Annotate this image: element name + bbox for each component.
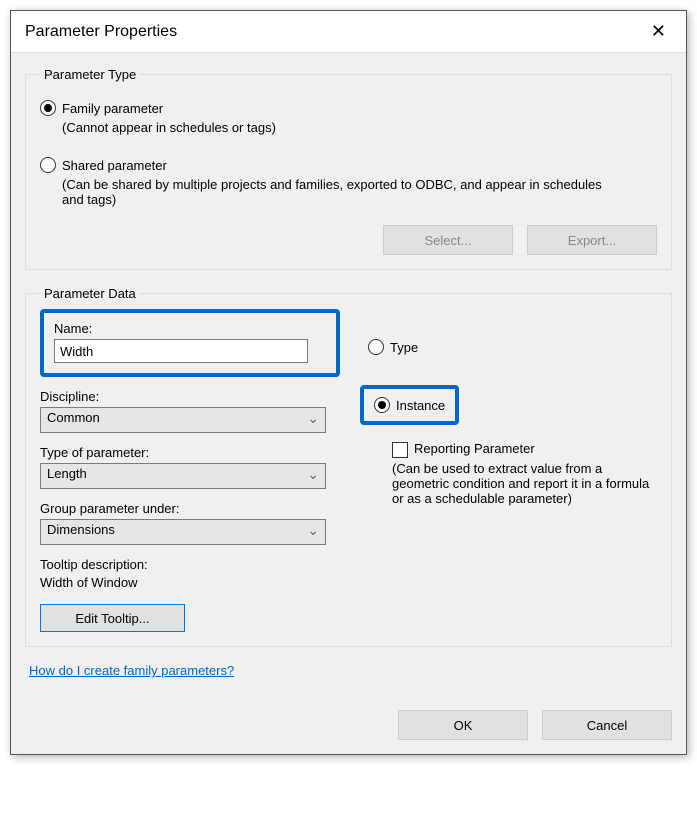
ok-button[interactable]: OK xyxy=(398,710,528,740)
parameter-type-buttons: Select... Export... xyxy=(40,225,657,255)
edit-tooltip-button[interactable]: Edit Tooltip... xyxy=(40,604,185,632)
parameter-data-left: Name: Discipline: Common Type of paramet… xyxy=(40,311,340,632)
export-button[interactable]: Export... xyxy=(527,225,657,255)
dialog-title: Parameter Properties xyxy=(25,23,177,41)
name-label: Name: xyxy=(54,321,326,336)
group-under-value: Dimensions xyxy=(47,522,115,537)
cancel-button[interactable]: Cancel xyxy=(542,710,672,740)
instance-radio[interactable] xyxy=(374,397,390,413)
name-highlight: Name: xyxy=(40,309,340,377)
instance-radio-label: Instance xyxy=(396,398,445,413)
shared-parameter-desc: (Can be shared by multiple projects and … xyxy=(62,177,622,207)
instance-highlight: Instance xyxy=(360,385,459,425)
family-parameter-radio[interactable] xyxy=(40,100,56,116)
discipline-select[interactable]: Common xyxy=(40,407,326,433)
type-radio[interactable] xyxy=(368,339,384,355)
discipline-value: Common xyxy=(47,410,100,425)
help-link[interactable]: How do I create family parameters? xyxy=(29,663,234,678)
group-under-select[interactable]: Dimensions xyxy=(40,519,326,545)
name-input[interactable] xyxy=(54,339,308,363)
close-icon[interactable]: ✕ xyxy=(645,21,672,42)
titlebar: Parameter Properties ✕ xyxy=(11,11,686,53)
shared-parameter-radio[interactable] xyxy=(40,157,56,173)
group-under-label: Group parameter under: xyxy=(40,501,340,516)
shared-parameter-radio-row[interactable]: Shared parameter xyxy=(40,157,657,173)
shared-parameter-label: Shared parameter xyxy=(62,158,167,173)
type-of-parameter-label: Type of parameter: xyxy=(40,445,340,460)
discipline-label: Discipline: xyxy=(40,389,340,404)
tooltip-description-value: Width of Window xyxy=(40,575,340,590)
parameter-data-right: Type Instance Reporting Parameter (Can b… xyxy=(360,311,657,632)
parameter-data-columns: Name: Discipline: Common Type of paramet… xyxy=(40,311,657,632)
family-parameter-desc: (Cannot appear in schedules or tags) xyxy=(62,120,657,135)
tooltip-description-label: Tooltip description: xyxy=(40,557,340,572)
reporting-parameter-row[interactable]: Reporting Parameter xyxy=(392,441,657,458)
reporting-parameter-desc: (Can be used to extract value from a geo… xyxy=(392,461,657,506)
dialog-button-row: OK Cancel xyxy=(11,702,686,754)
dialog-content: Parameter Type Family parameter (Cannot … xyxy=(11,53,686,702)
family-parameter-radio-row[interactable]: Family parameter xyxy=(40,100,657,116)
reporting-parameter-checkbox[interactable] xyxy=(392,442,408,458)
select-button[interactable]: Select... xyxy=(383,225,513,255)
parameter-type-group: Parameter Type Family parameter (Cannot … xyxy=(25,67,672,270)
instance-radio-row[interactable]: Instance xyxy=(374,397,445,413)
reporting-parameter-label: Reporting Parameter xyxy=(414,441,535,456)
type-radio-row[interactable]: Type xyxy=(368,339,657,355)
type-of-parameter-select[interactable]: Length xyxy=(40,463,326,489)
type-of-parameter-value: Length xyxy=(47,466,87,481)
parameter-data-legend: Parameter Data xyxy=(40,286,140,301)
type-radio-label: Type xyxy=(390,340,418,355)
parameter-data-group: Parameter Data Name: Discipline: Common … xyxy=(25,286,672,647)
family-parameter-label: Family parameter xyxy=(62,101,163,116)
parameter-properties-dialog: Parameter Properties ✕ Parameter Type Fa… xyxy=(10,10,687,755)
parameter-type-legend: Parameter Type xyxy=(40,67,140,82)
